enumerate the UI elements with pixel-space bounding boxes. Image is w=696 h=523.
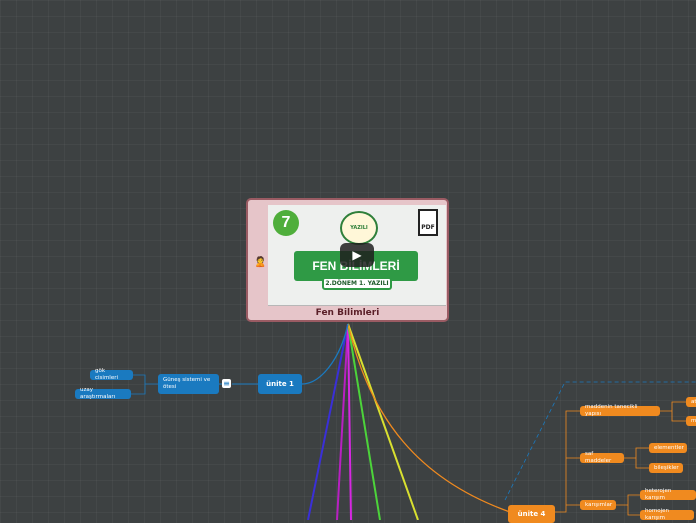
pdf-icon: PDF <box>418 209 438 236</box>
topic-gok-cisimleri[interactable]: gök cisimleri <box>90 368 133 381</box>
topic-saf-maddeler[interactable]: saf maddeler <box>580 451 624 464</box>
thumbnail-grade-badge: 7 <box>273 210 299 236</box>
branch-line-yellow <box>347 323 419 520</box>
branch-line-unite4 <box>347 323 511 513</box>
topic-bilesikler[interactable]: bileşikler <box>649 463 683 473</box>
play-icon[interactable]: ▶ <box>340 243 374 267</box>
topic-homojen-karisim[interactable]: homojen karışım <box>640 508 694 521</box>
branch-line-magenta <box>347 323 352 520</box>
topic-unite-1[interactable]: ünite 1 <box>258 374 302 394</box>
topic-karisimlar[interactable]: karışımlar <box>580 500 616 510</box>
topic-gunes-sistemi[interactable]: Güneş sistemi ve ötesi <box>158 374 219 394</box>
list-menu-icon[interactable]: ≡ <box>222 379 231 388</box>
root-topic-card[interactable]: 🙎 7 YAZILI PDF FEN BİLİMLERİ 2.DÖNEM 1. … <box>246 198 449 322</box>
topic-leaf-at[interactable]: at <box>686 397 696 407</box>
video-thumbnail[interactable]: 7 YAZILI PDF FEN BİLİMLERİ 2.DÖNEM 1. YA… <box>268 205 446 306</box>
person-emoji-icon: 🙎 <box>254 257 267 268</box>
root-title: Fen Bilimleri <box>315 308 380 318</box>
topic-elementler[interactable]: elementler <box>649 443 687 453</box>
thumbnail-subtitle: 2.DÖNEM 1. YAZILI <box>322 277 392 290</box>
topic-unite-4[interactable]: ünite 4 <box>508 505 555 523</box>
topic-maddenin-tanecikli-yapisi[interactable]: maddenin tanecikli yapısı <box>580 404 660 417</box>
thumbnail-stamp: YAZILI <box>340 211 378 245</box>
topic-heterojen-karisim[interactable]: heterojen karışım <box>640 488 696 501</box>
topic-leaf-m[interactable]: m <box>686 416 696 426</box>
topic-uzay-arastirmalari[interactable]: uzay araştırmaları <box>75 387 131 400</box>
unite4-boundary <box>504 381 696 501</box>
branch-line-green <box>347 323 381 520</box>
